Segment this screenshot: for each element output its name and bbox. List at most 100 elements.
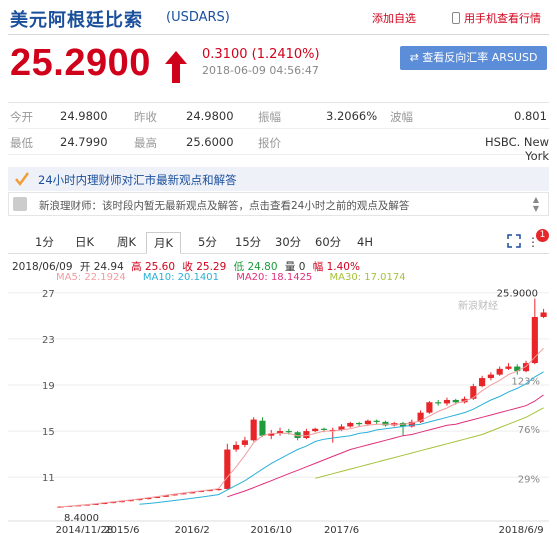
symbol-code: (USDARS) <box>166 10 230 25</box>
x-tick-label: 2016/2 <box>175 525 210 533</box>
watermark: 新浪财经 <box>458 299 498 312</box>
reverse-rate-button[interactable]: ⇄ 查看反向汇率 ARSUSD <box>400 46 547 70</box>
expert-message-text: 新浪理财师：该时段内暂无最新观点及解答，点击查看24小时之前的观点及解答 <box>39 200 410 212</box>
candle-body <box>320 428 328 430</box>
candle-body <box>470 386 477 399</box>
candle-body <box>224 449 231 489</box>
fullscreen-icon[interactable] <box>507 234 521 248</box>
tab-0[interactable]: 1分 <box>28 232 61 254</box>
stats-row: 今开 24.9800 昨收 24.9800 振幅 3.2066% 波幅 0.80… <box>8 103 549 129</box>
ma30-line <box>315 407 544 479</box>
candle-body <box>435 402 442 404</box>
tab-8[interactable]: 4H <box>350 232 380 254</box>
percent-label: 76% <box>518 425 540 436</box>
phone-icon <box>452 12 460 24</box>
reverse-rate-label: 查看反向汇率 ARSUSD <box>422 51 538 64</box>
candle-body <box>250 419 257 441</box>
price-chart[interactable]: 27 23 19 15 11 123% 76% 29% 新浪财经 8.4000 25.9000 201… <box>0 283 557 533</box>
stats-table: 今开 24.9800 昨收 24.9800 振幅 3.2066% 波幅 0.80… <box>8 102 549 163</box>
candle-body <box>241 440 248 445</box>
candle-body <box>487 374 494 379</box>
low-value: 24.7990 <box>60 135 108 149</box>
candle-body <box>443 399 451 404</box>
checkmark-icon <box>15 172 30 187</box>
candle-body <box>364 420 371 425</box>
y-tick-label: 27 <box>42 289 55 300</box>
ma20-legend: MA20: 18.1425 <box>236 272 313 283</box>
candle-body <box>452 399 459 403</box>
prev-close-label: 昨收 <box>134 110 157 124</box>
volatility-value: 0.801 <box>514 109 547 123</box>
tab-4[interactable]: 5分 <box>191 232 224 254</box>
arrow-up-icon <box>165 51 187 83</box>
candle-body <box>312 428 319 432</box>
candle-body <box>531 316 538 364</box>
current-price: 25.2900 <box>10 42 151 84</box>
candle-body <box>285 431 292 433</box>
percent-label: 29% <box>518 474 540 485</box>
quote-source-label: 报价 <box>258 136 281 150</box>
phone-view-label: 用手机查看行情 <box>464 12 541 25</box>
notification-badge: 1 <box>536 229 549 242</box>
percent-label: 123% <box>511 376 540 387</box>
x-tick-label: 2018/6/9 <box>499 525 544 533</box>
candle-body <box>356 423 363 425</box>
candle-body <box>303 431 310 439</box>
candle-body <box>373 420 380 422</box>
ma20-line <box>227 394 544 498</box>
candle-body <box>540 312 547 317</box>
max-label: 25.9000 <box>497 289 538 300</box>
low-label: 最低 <box>10 136 33 150</box>
open-value: 24.9800 <box>60 109 108 123</box>
y-tick-label: 19 <box>42 381 55 392</box>
message-scroll-arrows[interactable]: ▲ ▼ <box>530 195 542 213</box>
open-label: 今开 <box>10 110 33 124</box>
phone-view-button[interactable]: 用手机查看行情 <box>452 10 541 26</box>
prev-close-value: 24.9800 <box>186 109 234 123</box>
candle-body <box>479 378 486 387</box>
candle-body <box>347 423 354 427</box>
ma-legend: MA5: 22.1924 MA10: 20.1401 MA20: 18.1425… <box>56 272 420 283</box>
y-tick-label: 23 <box>42 335 55 346</box>
avatar <box>13 197 27 211</box>
candle-body <box>233 444 240 450</box>
ma5-legend: MA5: 22.1924 <box>56 272 126 283</box>
ma30-legend: MA30: 17.0174 <box>329 272 406 283</box>
tab-2[interactable]: 周K <box>110 232 143 254</box>
expert-message[interactable]: 新浪理财师：该时段内暂无最新观点及解答，点击查看24小时之前的观点及解答 ▲ ▼ <box>8 192 549 216</box>
tab-3[interactable]: 月K <box>146 232 182 254</box>
tab-5[interactable]: 15分 <box>228 232 268 254</box>
expert-title: 24小时内理财师对汇市最新观点和解答 <box>38 173 237 187</box>
x-tick-label: 2016/10 <box>250 525 292 533</box>
amplitude-value: 3.2066% <box>326 109 378 123</box>
chart-period-tabs: ⋮ 1分 日K 周K 月K 5分 15分 30分 60分 4H <box>8 232 549 254</box>
chevron-down-icon[interactable]: ▼ <box>530 204 542 213</box>
swap-icon: ⇄ <box>409 51 423 64</box>
candle-body <box>382 421 389 426</box>
candle-body <box>259 420 266 436</box>
candle-body <box>496 368 503 375</box>
quote-timestamp: 2018-06-09 04:56:47 <box>202 64 319 77</box>
price-change: 0.3100 (1.2410%) <box>202 47 320 62</box>
quote-source-value: HSBC. New York <box>484 135 549 163</box>
ma10-legend: MA10: 20.1401 <box>142 272 220 283</box>
candle-body <box>505 366 512 369</box>
x-tick-label: 2017/6 <box>324 525 359 533</box>
header: 美元阿根廷比索 (USDARS) 添加自选 用手机查看行情 <box>0 0 557 36</box>
ma10-line <box>139 371 544 505</box>
tab-7[interactable]: 60分 <box>308 232 348 254</box>
header-divider <box>8 34 549 35</box>
ma5-line <box>60 347 544 508</box>
high-value: 25.6000 <box>186 135 234 149</box>
chevron-up-icon[interactable]: ▲ <box>530 195 542 204</box>
page-title: 美元阿根廷比索 <box>10 10 143 31</box>
amplitude-label: 振幅 <box>258 110 281 124</box>
y-tick-label: 11 <box>42 473 55 484</box>
min-label: 8.4000 <box>64 513 99 524</box>
y-tick-label: 15 <box>42 427 55 438</box>
tab-6[interactable]: 30分 <box>268 232 308 254</box>
add-favorite-button[interactable]: 添加自选 <box>372 10 416 26</box>
expert-bar[interactable]: 24小时内理财师对汇市最新观点和解答 <box>8 167 549 191</box>
x-tick-label: 2015/6 <box>104 525 139 533</box>
tab-1[interactable]: 日K <box>68 232 101 254</box>
